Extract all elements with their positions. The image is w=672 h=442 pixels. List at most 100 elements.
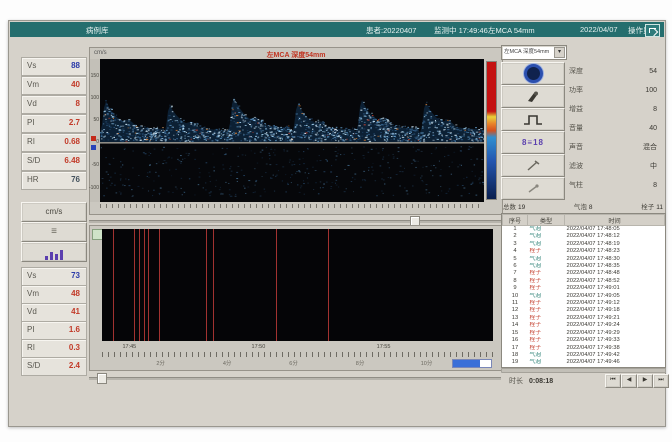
timeline-scrollbar-track[interactable] xyxy=(89,377,501,380)
measure-label: Vm xyxy=(27,77,39,93)
table-cell: 栓子 xyxy=(528,270,565,277)
count-栓子: 栓子11 xyxy=(641,201,663,211)
table-cell: 气泡 xyxy=(528,233,565,240)
table-scrollbar[interactable] xyxy=(501,368,666,373)
table-cell: 栓子 xyxy=(528,248,565,255)
events-table[interactable]: 序号类型时间 1气泡2022/04/07 17:48:052气泡2022/04/… xyxy=(501,213,666,368)
measure-value: 2.4 xyxy=(69,358,80,374)
table-header-3: 时间 xyxy=(565,215,665,226)
spectrum-scrollbar[interactable] xyxy=(89,216,501,225)
spectrum-scrollbar-track[interactable] xyxy=(89,220,501,223)
table-cell: 气泡 xyxy=(528,256,565,263)
table-row[interactable]: 6气泡2022/04/07 17:48:35 xyxy=(503,263,665,270)
patient-label: 患者:20220407 xyxy=(366,25,416,36)
table-row[interactable]: 1气泡2022/04/07 17:48:05 xyxy=(503,226,665,234)
table-row[interactable]: 10气泡2022/04/07 17:49:05 xyxy=(503,293,665,300)
table-cell: 2022/04/07 17:48:12 xyxy=(565,233,665,240)
table-cell: 气泡 xyxy=(528,359,565,366)
intensity-colorbar xyxy=(486,61,497,200)
event-timeline-plot[interactable] xyxy=(102,229,493,341)
table-row[interactable]: 9栓子2022/04/07 17:49:01 xyxy=(503,285,665,292)
exit-icon[interactable] xyxy=(645,24,660,37)
table-row[interactable]: 4栓子2022/04/07 17:48:23 xyxy=(503,248,665,255)
measure-value: 73 xyxy=(71,268,80,284)
ruler-minor-label: 2分 xyxy=(156,359,165,367)
table-cell: 19 xyxy=(503,359,528,366)
table-row[interactable]: 19气泡2022/04/07 17:49:46 xyxy=(503,359,665,366)
table-row[interactable]: 12栓子2022/04/07 17:49:18 xyxy=(503,307,665,314)
table-row[interactable]: 8栓子2022/04/07 17:48:52 xyxy=(503,278,665,285)
measure-pi: PI1.6 xyxy=(21,321,87,340)
table-row[interactable]: 3气泡2022/04/07 17:48:19 xyxy=(503,241,665,248)
table-row[interactable]: 18气泡2022/04/07 17:49:42 xyxy=(503,352,665,359)
nav-button-4[interactable]: ⏭ xyxy=(653,374,669,388)
table-cell: 10 xyxy=(503,293,528,300)
param-3: 增益8 xyxy=(567,101,663,118)
power-knob-button[interactable] xyxy=(501,62,565,85)
table-cell: 2022/04/07 17:49:38 xyxy=(565,345,665,352)
table-cell: 2022/04/07 17:48:05 xyxy=(565,226,665,234)
table-cell: 气泡 xyxy=(528,241,565,248)
table-cell: 2 xyxy=(503,233,528,240)
measure-label: S/D xyxy=(27,358,40,374)
table-cell: 2022/04/07 17:49:21 xyxy=(565,315,665,322)
measure-label: Vs xyxy=(27,58,36,74)
timeline-scrollbar-handle[interactable] xyxy=(97,373,107,384)
param-label: 功率 xyxy=(569,82,583,99)
ruler-major-label: 17:55 xyxy=(377,344,391,350)
table-cell: 12 xyxy=(503,307,528,314)
spectrum-time-ruler xyxy=(100,204,484,212)
measure-vd: Vd8 xyxy=(21,95,87,114)
table-row[interactable]: 13栓子2022/04/07 17:49:21 xyxy=(503,315,665,322)
baseline-down-marker[interactable] xyxy=(91,145,96,150)
measure-label: PI xyxy=(27,115,35,131)
measure-label: S/D xyxy=(27,153,40,169)
histogram-button[interactable] xyxy=(21,242,87,262)
table-cell: 2022/04/07 17:49:24 xyxy=(565,322,665,329)
event-marker-line xyxy=(134,229,135,341)
param-2: 功率100 xyxy=(567,82,663,99)
axis-tick-label: 100 xyxy=(91,95,99,101)
vessel-select[interactable]: 左MCA 深度54mm ▾ xyxy=(501,45,567,60)
measure-value: 88 xyxy=(71,58,80,74)
nav-button-3[interactable]: ▶ xyxy=(637,374,653,388)
pulse-wave-icon xyxy=(523,114,543,126)
date-label: 2022/04/07 xyxy=(580,25,618,34)
param-value: 中 xyxy=(650,158,657,175)
pulse-wave-button[interactable] xyxy=(501,108,565,131)
table-cell: 18 xyxy=(503,352,528,359)
param-value: 混合 xyxy=(643,139,657,156)
chevron-down-icon[interactable]: ▾ xyxy=(554,47,565,58)
measure-ri: RI0.3 xyxy=(21,339,87,358)
table-row[interactable]: 14栓子2022/04/07 17:49:24 xyxy=(503,322,665,329)
marker-button[interactable] xyxy=(501,177,565,200)
table-row[interactable]: 16栓子2022/04/07 17:49:33 xyxy=(503,337,665,344)
table-cell: 栓子 xyxy=(528,337,565,344)
unit-toggle-button[interactable]: cm/s xyxy=(21,202,87,222)
measure-label: Vs xyxy=(27,268,36,284)
spectrum-list-button[interactable]: ≡ xyxy=(21,222,87,242)
table-row[interactable]: 2气泡2022/04/07 17:48:12 xyxy=(503,233,665,240)
ruler-minor-label: 10分 xyxy=(421,359,433,367)
measure-vm: Vm48 xyxy=(21,285,87,304)
nav-button-2[interactable]: ◀ xyxy=(621,374,637,388)
unit-toggle-label: cm/s xyxy=(46,207,63,216)
caliper-button[interactable] xyxy=(501,154,565,177)
timeline-scrollbar[interactable] xyxy=(89,373,501,382)
baseline-up-marker[interactable] xyxy=(91,136,96,141)
table-row[interactable]: 7栓子2022/04/07 17:48:48 xyxy=(503,270,665,277)
measure-label: RI xyxy=(27,134,35,150)
m-mode-button[interactable]: 8≡18 xyxy=(501,131,565,154)
nav-button-1[interactable]: ⏮ xyxy=(605,374,621,388)
table-cell: 2022/04/07 17:49:18 xyxy=(565,307,665,314)
param-label: 增益 xyxy=(569,101,583,118)
event-marker-line xyxy=(159,229,160,341)
table-row[interactable]: 15栓子2022/04/07 17:49:29 xyxy=(503,330,665,337)
table-row[interactable]: 5气泡2022/04/07 17:48:30 xyxy=(503,256,665,263)
table-row[interactable]: 17栓子2022/04/07 17:49:38 xyxy=(503,345,665,352)
probe-button[interactable] xyxy=(501,85,565,108)
table-cell: 栓子 xyxy=(528,278,565,285)
duration-label: 时长 xyxy=(509,378,523,385)
measure-value: 0.68 xyxy=(64,134,80,150)
table-row[interactable]: 11栓子2022/04/07 17:49:12 xyxy=(503,300,665,307)
